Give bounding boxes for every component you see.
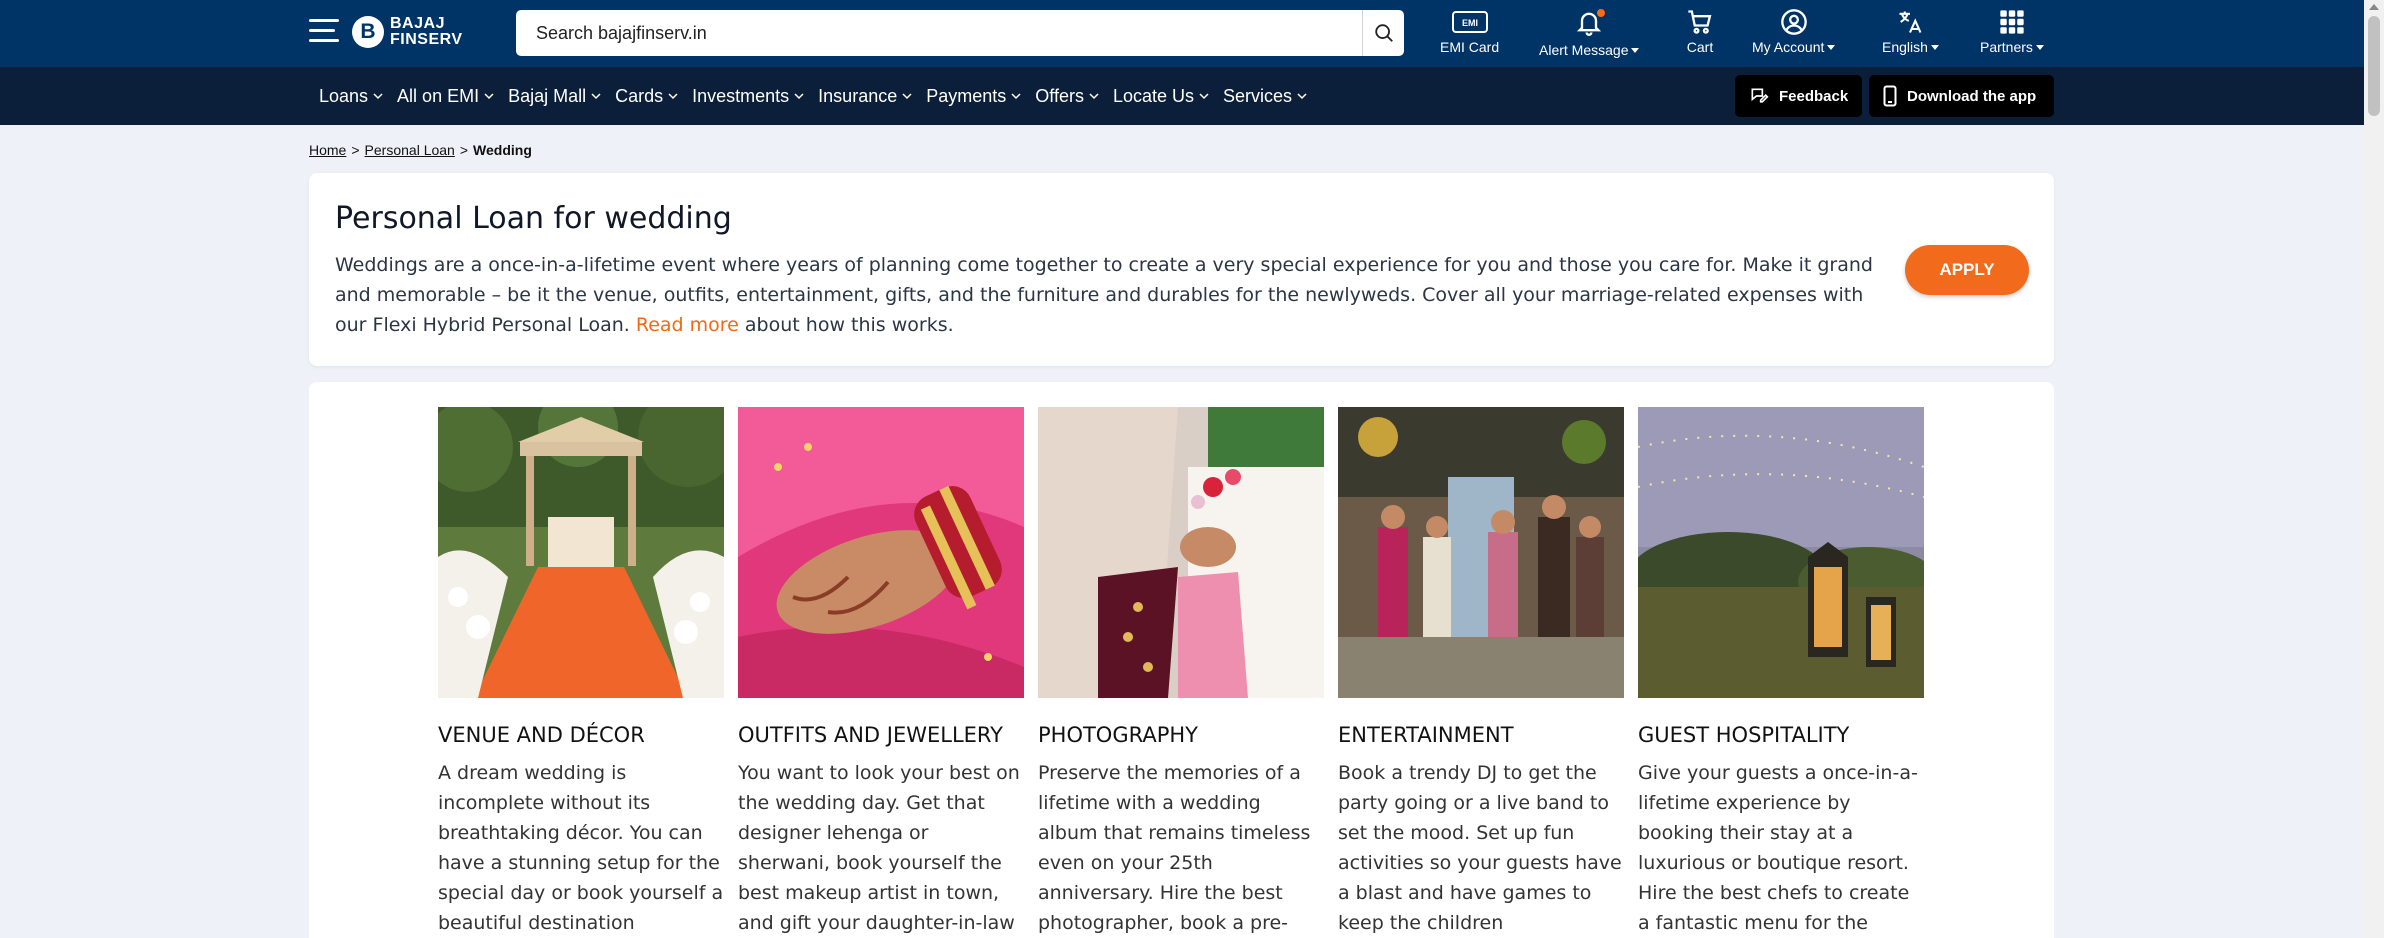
search-icon	[1374, 24, 1393, 42]
feature-card: GUEST HOSPITALITY Give your guests a onc…	[1638, 407, 1924, 938]
nav-item-investments[interactable]: Investments	[692, 86, 804, 107]
my-account-button[interactable]: My Account	[1752, 8, 1836, 60]
chevron-down-icon	[794, 93, 804, 100]
download-app-label: Download the app	[1907, 87, 2037, 105]
chevron-down-icon	[1089, 93, 1099, 100]
notification-dot	[1597, 9, 1606, 17]
logo-line-1: BAJAJ	[390, 15, 445, 32]
language-button[interactable]: English	[1882, 8, 1939, 60]
emi-card-icon: EMI	[1451, 11, 1488, 33]
intro-text: Weddings are a once-in-a-lifetime event …	[335, 254, 1873, 336]
feedback-button[interactable]: Feedback	[1735, 75, 1863, 117]
card-title: VENUE AND DÉCOR	[438, 723, 645, 747]
mobile-phone-icon	[1883, 85, 1897, 107]
search-input[interactable]	[516, 10, 1362, 56]
breadcrumb-personal-loan-link[interactable]: Personal Loan	[365, 142, 455, 158]
feature-card: ENTERTAINMENT Book a trendy DJ to get th…	[1338, 407, 1624, 938]
chevron-down-icon	[668, 93, 678, 100]
emi-card-label: EMI Card	[1440, 39, 1500, 55]
language-icon	[1899, 11, 1922, 33]
read-more-link[interactable]: Read more	[636, 314, 739, 336]
cart-icon	[1688, 10, 1712, 34]
card-title: ENTERTAINMENT	[1338, 723, 1514, 747]
intro-text-after: about how this works.	[738, 314, 954, 336]
breadcrumb-separator: >	[351, 142, 360, 158]
nav-item-loans[interactable]: Loans	[319, 86, 383, 107]
svg-text:EMI: EMI	[1462, 18, 1478, 28]
chevron-down-icon	[591, 93, 601, 100]
cart-button[interactable]: Cart	[1685, 8, 1715, 60]
feature-card: OUTFITS AND JEWELLERY You want to look y…	[738, 407, 1024, 938]
chevron-down-icon	[1199, 93, 1209, 100]
hamburger-menu-icon[interactable]	[309, 19, 339, 43]
page-scrollbar[interactable]	[2364, 0, 2384, 938]
card-text: Preserve the memories of a lifetime with…	[1038, 762, 1311, 934]
entertainment-image	[1338, 407, 1624, 698]
caret-down-icon	[1930, 44, 1939, 50]
intro-description: Weddings are a once-in-a-lifetime event …	[335, 250, 1885, 340]
download-app-button[interactable]: Download the app	[1869, 75, 2054, 117]
venue-decor-image	[438, 407, 724, 698]
breadcrumb: Home > Personal Loan > Wedding	[309, 142, 532, 158]
bajaj-finserv-logo[interactable]: B BAJAJ FINSERV	[352, 16, 463, 48]
top-header: B BAJAJ FINSERV EMI EMI Card Alert Messa…	[0, 0, 2364, 67]
nav-item-offers[interactable]: Offers	[1035, 86, 1099, 107]
cart-label: Cart	[1686, 39, 1714, 55]
feature-card: PHOTOGRAPHY Preserve the memories of a l…	[1038, 407, 1324, 938]
alert-message-button[interactable]: Alert Message	[1539, 8, 1640, 60]
breadcrumb-home-link[interactable]: Home	[309, 142, 346, 158]
language-label: English	[1882, 39, 1928, 55]
emi-card-button[interactable]: EMI EMI Card	[1440, 8, 1499, 60]
partners-button[interactable]: Partners	[1980, 8, 2044, 60]
chevron-down-icon	[1011, 93, 1021, 100]
search-bar	[516, 10, 1404, 56]
caret-down-icon	[2035, 44, 2044, 50]
breadcrumb-current: Wedding	[473, 142, 532, 158]
card-title: PHOTOGRAPHY	[1038, 723, 1199, 747]
nav-item-bajaj-mall[interactable]: Bajaj Mall	[508, 86, 601, 107]
chevron-down-icon	[484, 93, 494, 100]
scroll-up-arrow-icon[interactable]	[2369, 4, 2379, 10]
nav-item-insurance[interactable]: Insurance	[818, 86, 912, 107]
nav-item-locate-us[interactable]: Locate Us	[1113, 86, 1209, 107]
nav-item-cards[interactable]: Cards	[615, 86, 678, 107]
card-text: A dream wedding is incomplete without it…	[438, 762, 724, 934]
feature-card: VENUE AND DÉCOR A dream wedding is incom…	[438, 407, 724, 938]
nav-item-services[interactable]: Services	[1223, 86, 1307, 107]
caret-down-icon	[1631, 47, 1640, 53]
card-title: OUTFITS AND JEWELLERY	[738, 723, 1003, 747]
chevron-down-icon	[373, 93, 383, 100]
main-navigation: Loans All on EMI Bajaj Mall Cards Invest…	[0, 67, 2364, 125]
my-account-label: My Account	[1752, 39, 1825, 55]
page-title: Personal Loan for wedding	[335, 201, 732, 236]
logo-mark: B	[352, 16, 384, 48]
apply-button[interactable]: APPLY	[1905, 245, 2029, 295]
outfits-jewellery-image	[738, 407, 1024, 698]
feedback-label: Feedback	[1779, 87, 1849, 105]
chevron-down-icon	[902, 93, 912, 100]
feedback-icon	[1751, 88, 1769, 103]
grid-icon	[2000, 10, 2024, 34]
alert-message-label: Alert Message	[1539, 42, 1629, 58]
search-button[interactable]	[1362, 10, 1404, 56]
user-icon	[1780, 9, 1807, 35]
caret-down-icon	[1827, 44, 1836, 50]
card-title: GUEST HOSPITALITY	[1638, 723, 1850, 747]
card-text: You want to look your best on the weddin…	[738, 762, 1020, 934]
partners-label: Partners	[1980, 39, 2033, 55]
feature-cards-section: VENUE AND DÉCOR A dream wedding is incom…	[309, 382, 2054, 938]
card-text: Book a trendy DJ to get the party going …	[1338, 762, 1622, 934]
breadcrumb-separator: >	[459, 142, 469, 158]
scrollbar-thumb[interactable]	[2368, 16, 2380, 116]
guest-hospitality-image	[1638, 407, 1924, 698]
logo-line-2: FINSERV	[390, 31, 463, 48]
intro-card: Personal Loan for wedding Weddings are a…	[309, 173, 2054, 366]
nav-item-payments[interactable]: Payments	[926, 86, 1021, 107]
photography-image	[1038, 407, 1324, 698]
card-text: Give your guests a once-in-a-lifetime ex…	[1638, 762, 1918, 934]
chevron-down-icon	[1297, 93, 1307, 100]
nav-item-all-on-emi[interactable]: All on EMI	[397, 86, 494, 107]
